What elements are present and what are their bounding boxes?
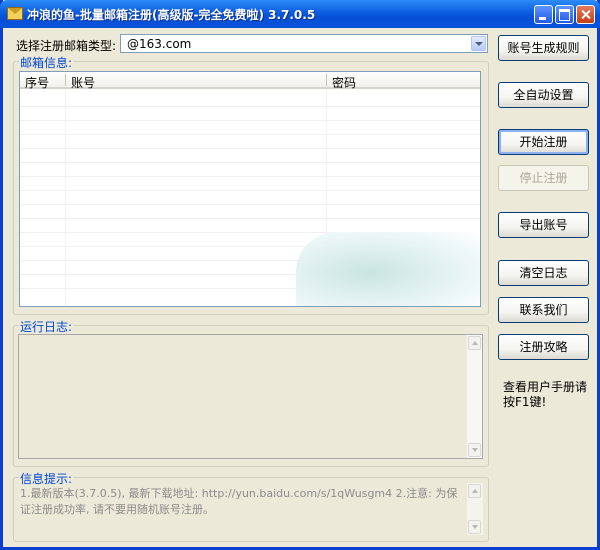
mailbox-info-title: 邮箱信息:	[19, 54, 74, 71]
scroll-down-icon[interactable]	[468, 520, 481, 534]
run-log-title: 运行日志:	[19, 318, 74, 335]
main-window: 冲浪的鱼-批量邮箱注册(高级版-完全免费啦) 3.7.0.5 选择注册邮箱类型:…	[0, 0, 600, 550]
info-hint-scrollbar[interactable]	[467, 483, 483, 535]
account-rule-button[interactable]: 账号生成规则	[498, 35, 589, 61]
grid-line	[20, 204, 480, 205]
run-log-textarea[interactable]	[18, 334, 483, 459]
column-header-index[interactable]: 序号	[25, 74, 49, 91]
info-hint-text: 1.最新版本(3.7.0.5), 最新下载地址: http://yun.baid…	[20, 487, 458, 516]
grid-line	[20, 134, 480, 135]
maximize-button[interactable]	[555, 5, 574, 24]
scroll-down-icon[interactable]	[468, 443, 481, 457]
grid-line	[20, 106, 480, 107]
mail-envelope-icon	[7, 7, 23, 20]
contact-us-button[interactable]: 联系我们	[498, 297, 589, 323]
email-type-value: @163.com	[127, 37, 192, 51]
column-header-account[interactable]: 账号	[71, 74, 95, 91]
minimize-button[interactable]	[534, 5, 553, 24]
grid-line	[20, 162, 480, 163]
mailbox-list-header: 序号 账号 密码	[20, 72, 480, 91]
watermark-image	[296, 232, 480, 306]
scroll-up-icon[interactable]	[468, 484, 481, 498]
mailbox-list[interactable]: 序号 账号 密码	[19, 71, 481, 307]
start-register-button[interactable]: 开始注册	[498, 129, 589, 155]
grid-line	[20, 218, 480, 219]
grid-line	[20, 148, 480, 149]
info-hint-box[interactable]: 1.最新版本(3.7.0.5), 最新下载地址: http://yun.baid…	[18, 483, 483, 535]
column-header-password[interactable]: 密码	[332, 74, 356, 91]
window-title: 冲浪的鱼-批量邮箱注册(高级版-完全免费啦) 3.7.0.5	[27, 8, 316, 22]
auto-settings-button[interactable]: 全自动设置	[498, 82, 589, 108]
close-button[interactable]	[576, 5, 595, 24]
stop-register-button[interactable]: 停止注册	[498, 165, 589, 191]
help-text: 查看用户手册请按F1键!	[503, 380, 588, 409]
register-guide-button[interactable]: 注册攻略	[498, 334, 589, 360]
grid-line	[20, 120, 480, 121]
column-divider[interactable]	[326, 74, 327, 86]
chevron-down-icon[interactable]	[471, 36, 486, 51]
grid-line	[20, 190, 480, 191]
email-type-select[interactable]: @163.com	[120, 34, 488, 53]
email-type-label: 选择注册邮箱类型:	[16, 39, 117, 53]
grid-line	[20, 176, 480, 177]
clear-log-button[interactable]: 清空日志	[498, 260, 589, 286]
column-divider[interactable]	[65, 74, 66, 86]
scroll-up-icon[interactable]	[468, 336, 481, 350]
title-bar[interactable]: 冲浪的鱼-批量邮箱注册(高级版-完全免费啦) 3.7.0.5	[0, 0, 600, 28]
export-accounts-button[interactable]: 导出账号	[498, 212, 589, 238]
run-log-scrollbar[interactable]	[466, 335, 482, 458]
